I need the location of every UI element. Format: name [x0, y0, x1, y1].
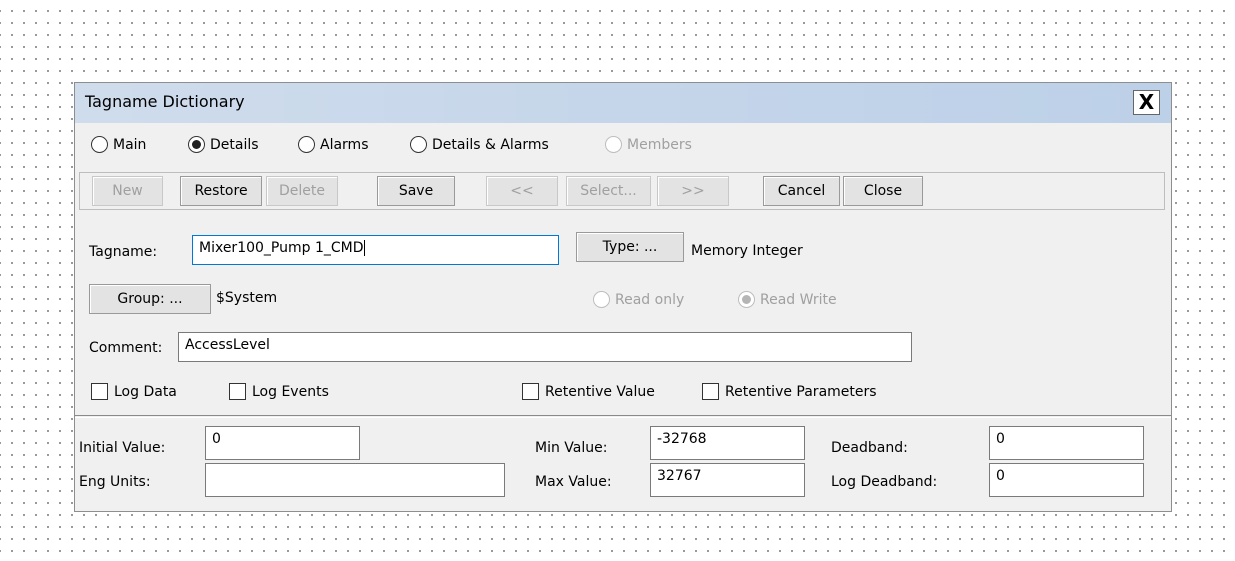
log-deadband-value: 0 — [996, 468, 1005, 484]
comment-input[interactable]: AccessLevel — [178, 332, 912, 362]
radio-read-write[interactable]: Read Write — [738, 291, 837, 308]
close-button[interactable]: Close — [843, 176, 923, 206]
title-bar[interactable]: Tagname Dictionary X — [75, 83, 1171, 123]
type-button[interactable]: Type: ... — [576, 232, 684, 262]
new-button[interactable]: New — [92, 176, 163, 206]
min-value-input[interactable]: -32768 — [650, 426, 805, 460]
tagname-value: Mixer100_Pump 1_CMD — [199, 240, 364, 256]
log-events-label: Log Events — [252, 383, 329, 400]
radio-details-alarms[interactable]: Details & Alarms — [410, 136, 549, 153]
read-write-label: Read Write — [760, 291, 837, 308]
log-events-checkbox[interactable]: Log Events — [229, 383, 329, 400]
radio-circle-icon — [91, 136, 108, 153]
previous-button[interactable]: << — [486, 176, 558, 206]
radio-main[interactable]: Main — [91, 136, 146, 153]
radio-alarms[interactable]: Alarms — [298, 136, 369, 153]
checkbox-icon — [702, 383, 719, 400]
initial-value-label: Initial Value: — [79, 440, 166, 456]
group-button[interactable]: Group: ... — [89, 284, 211, 314]
text-caret — [363, 240, 365, 256]
save-button[interactable]: Save — [377, 176, 455, 206]
tagname-dictionary-dialog: Tagname Dictionary X Main Details Alarms… — [74, 82, 1172, 512]
tagname-label: Tagname: — [89, 244, 158, 260]
deadband-value: 0 — [996, 431, 1005, 447]
comment-value: AccessLevel — [185, 337, 270, 353]
retentive-value-label: Retentive Value — [545, 383, 655, 400]
min-value: -32768 — [657, 431, 707, 447]
radio-main-label: Main — [113, 136, 147, 153]
eng-units-label: Eng Units: — [79, 474, 151, 490]
retentive-parameters-label: Retentive Parameters — [725, 383, 877, 400]
radio-details-label: Details — [210, 136, 259, 153]
tagname-input[interactable]: Mixer100_Pump 1_CMD — [192, 235, 559, 265]
radio-circle-icon — [298, 136, 315, 153]
dialog-title: Tagname Dictionary — [85, 92, 245, 111]
comment-label: Comment: — [89, 340, 163, 356]
checkbox-icon — [91, 383, 108, 400]
checkbox-icon — [229, 383, 246, 400]
type-value: Memory Integer — [691, 243, 803, 259]
section-divider — [75, 415, 1171, 418]
log-deadband-input[interactable]: 0 — [989, 463, 1144, 497]
log-data-checkbox[interactable]: Log Data — [91, 383, 177, 400]
toolbar: New Restore Delete Save << Select... >> … — [79, 172, 1165, 210]
radio-members[interactable]: Members — [605, 136, 692, 153]
max-value-label: Max Value: — [535, 474, 612, 490]
close-icon[interactable]: X — [1133, 90, 1160, 115]
next-button[interactable]: >> — [657, 176, 729, 206]
radio-details[interactable]: Details — [188, 136, 259, 153]
cancel-button[interactable]: Cancel — [763, 176, 840, 206]
log-deadband-label: Log Deadband: — [831, 474, 938, 490]
radio-details-alarms-label: Details & Alarms — [432, 136, 549, 153]
radio-circle-icon — [410, 136, 427, 153]
radio-members-label: Members — [627, 136, 692, 153]
retentive-value-checkbox[interactable]: Retentive Value — [522, 383, 655, 400]
initial-value-input[interactable]: 0 — [205, 426, 360, 460]
checkbox-icon — [522, 383, 539, 400]
read-only-label: Read only — [615, 291, 685, 308]
retentive-parameters-checkbox[interactable]: Retentive Parameters — [702, 383, 877, 400]
radio-checked-icon — [188, 136, 205, 153]
eng-units-input[interactable] — [205, 463, 505, 497]
restore-button[interactable]: Restore — [180, 176, 262, 206]
max-value: 32767 — [657, 468, 702, 484]
radio-circle-icon — [593, 291, 610, 308]
deadband-label: Deadband: — [831, 440, 908, 456]
radio-circle-icon — [605, 136, 622, 153]
radio-checked-icon — [738, 291, 755, 308]
log-data-label: Log Data — [114, 383, 177, 400]
delete-button[interactable]: Delete — [266, 176, 338, 206]
group-value: $System — [216, 290, 278, 306]
min-value-label: Min Value: — [535, 440, 608, 456]
deadband-input[interactable]: 0 — [989, 426, 1144, 460]
radio-alarms-label: Alarms — [320, 136, 369, 153]
initial-value: 0 — [212, 431, 221, 447]
select-button[interactable]: Select... — [566, 176, 651, 206]
max-value-input[interactable]: 32767 — [650, 463, 805, 497]
radio-read-only[interactable]: Read only — [593, 291, 684, 308]
